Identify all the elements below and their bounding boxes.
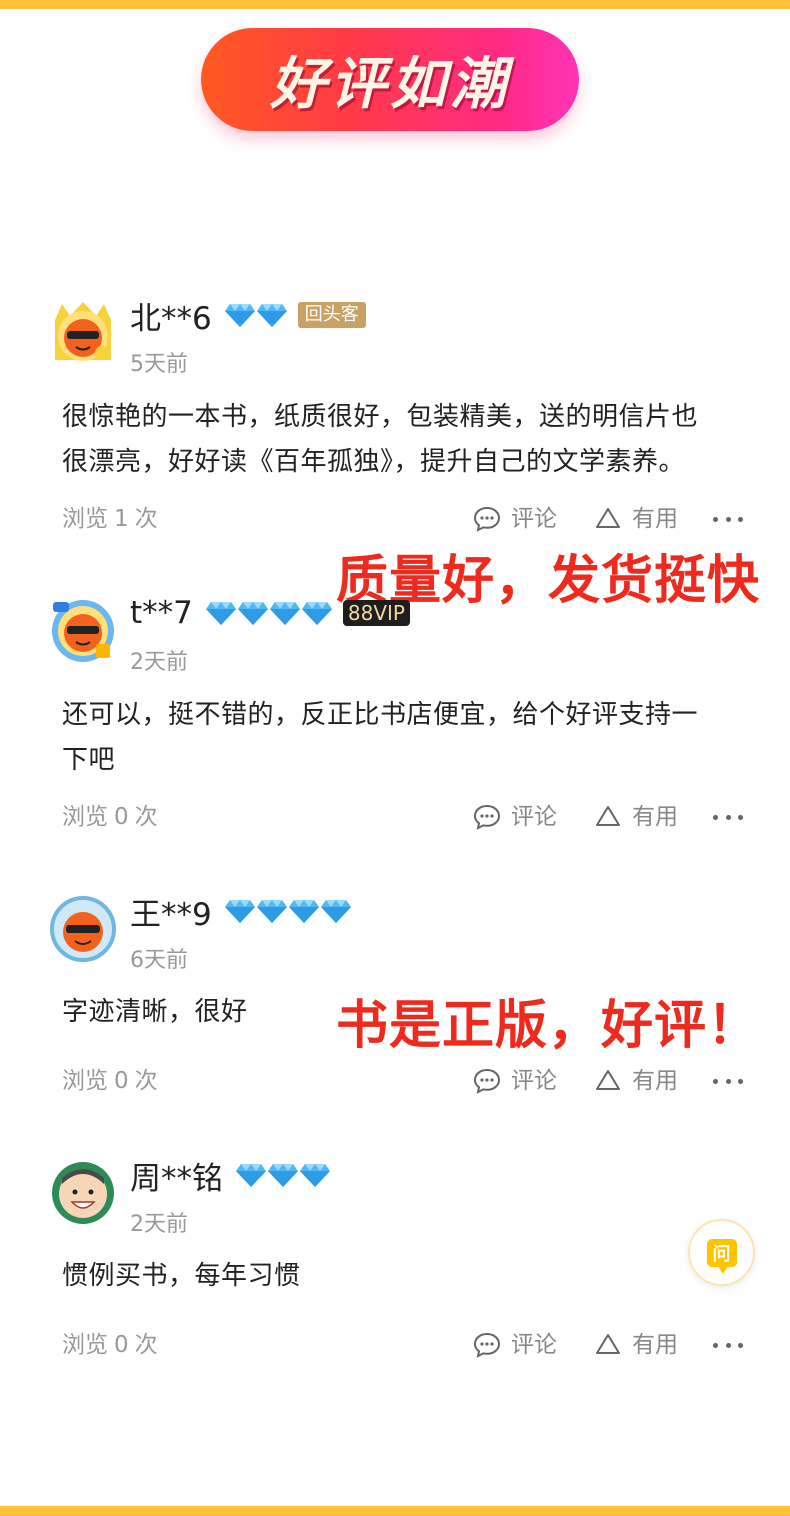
bottom-accent-bar bbox=[0, 1506, 790, 1516]
review-footer: 浏览 1 次 评论 有用 bbox=[0, 499, 790, 539]
review-content: 惯例买书，每年习惯 bbox=[62, 1254, 752, 1299]
comment-icon bbox=[473, 1332, 501, 1358]
review-time: 5天前 bbox=[130, 352, 188, 377]
diamond-icon bbox=[301, 602, 332, 625]
review-time: 2天前 bbox=[130, 650, 188, 675]
useful-button[interactable]: 有用 bbox=[594, 1325, 678, 1365]
overlay-caption: 书是正版，好评！ bbox=[336, 996, 761, 1056]
avatar-icon[interactable] bbox=[50, 896, 116, 962]
avatar-icon[interactable] bbox=[50, 1160, 116, 1226]
diamond-icon bbox=[269, 602, 300, 625]
triangle-thumb-icon bbox=[596, 1334, 620, 1354]
views-count: 0 bbox=[114, 1332, 129, 1358]
view-count: 浏览 1 次 bbox=[62, 499, 164, 539]
username: t**7 bbox=[130, 595, 193, 631]
views-unit: 次 bbox=[134, 1332, 158, 1358]
triangle-thumb-icon bbox=[596, 508, 620, 528]
ask-label: 问 bbox=[712, 1243, 731, 1265]
more-options-icon[interactable] bbox=[713, 499, 743, 539]
views-label: 浏览 bbox=[62, 1068, 108, 1094]
comment-label: 评论 bbox=[511, 804, 557, 830]
diamond-icon bbox=[236, 1164, 266, 1187]
username: 北**6 bbox=[130, 300, 212, 337]
diamond-icon bbox=[205, 602, 236, 625]
more-options-icon[interactable] bbox=[713, 1061, 743, 1101]
member-level-gems bbox=[224, 302, 288, 328]
views-label: 浏览 bbox=[62, 506, 108, 532]
diamond-icon bbox=[256, 304, 287, 327]
views-count: 0 bbox=[114, 804, 129, 830]
diamond-icon bbox=[300, 1164, 330, 1187]
review-time: 6天前 bbox=[130, 948, 188, 973]
views-count: 1 bbox=[114, 506, 129, 532]
member-level-gems bbox=[224, 898, 352, 924]
avatar-icon[interactable] bbox=[50, 300, 116, 366]
review-content-line: 很漂亮，好好读《百年孤独》，提升自己的文学素养。 bbox=[62, 447, 686, 477]
returning-customer-badge: 回头客 bbox=[297, 302, 366, 328]
useful-button[interactable]: 有用 bbox=[594, 499, 678, 539]
diamond-icon bbox=[224, 900, 255, 923]
diamond-icon bbox=[320, 900, 351, 923]
useful-button[interactable]: 有用 bbox=[594, 1061, 678, 1101]
triangle-thumb-icon bbox=[596, 806, 620, 826]
avatar-icon[interactable] bbox=[50, 598, 116, 664]
useful-label: 有用 bbox=[632, 804, 678, 830]
review-content-line: 下吧 bbox=[62, 745, 116, 775]
views-label: 浏览 bbox=[62, 804, 108, 830]
comment-button[interactable]: 评论 bbox=[473, 1325, 557, 1365]
useful-button[interactable]: 有用 bbox=[594, 797, 678, 837]
username: 周**铭 bbox=[130, 1160, 223, 1197]
banner-title: 好评如潮 bbox=[270, 52, 510, 117]
review-content-line: 很惊艳的一本书，纸质很好，包装精美，送的明信片也 bbox=[62, 402, 699, 432]
comment-button[interactable]: 评论 bbox=[473, 1061, 557, 1101]
diamond-icon bbox=[237, 602, 268, 625]
top-accent-bar bbox=[0, 0, 790, 9]
diamond-icon bbox=[288, 900, 319, 923]
view-count: 浏览 0 次 bbox=[62, 1061, 164, 1101]
comment-label: 评论 bbox=[511, 1332, 557, 1358]
comment-icon bbox=[473, 506, 501, 532]
useful-label: 有用 bbox=[632, 506, 678, 532]
view-count: 浏览 0 次 bbox=[62, 1325, 164, 1365]
diamond-icon bbox=[268, 1164, 298, 1187]
diamond-icon bbox=[256, 900, 287, 923]
review-footer: 浏览 0 次 评论 有用 bbox=[0, 797, 790, 837]
views-unit: 次 bbox=[134, 1068, 158, 1094]
views-label: 浏览 bbox=[62, 1332, 108, 1358]
comment-label: 评论 bbox=[511, 1068, 557, 1094]
review-time: 2天前 bbox=[130, 1212, 188, 1237]
comment-button[interactable]: 评论 bbox=[473, 499, 557, 539]
comment-icon bbox=[473, 1068, 501, 1094]
review-footer: 浏览 0 次 评论 有用 bbox=[0, 1325, 790, 1365]
useful-label: 有用 bbox=[632, 1068, 678, 1094]
diamond-icon bbox=[224, 304, 255, 327]
views-count: 0 bbox=[114, 1068, 129, 1094]
comment-button[interactable]: 评论 bbox=[473, 797, 557, 837]
review-footer: 浏览 0 次 评论 有用 bbox=[0, 1061, 790, 1101]
review-content: 很惊艳的一本书，纸质很好，包装精美，送的明信片也 很漂亮，好好读《百年孤独》，提… bbox=[62, 395, 752, 485]
review-content-line: 还可以，挺不错的，反正比书店便宜，给个好评支持一 bbox=[62, 700, 699, 730]
review-content: 还可以，挺不错的，反正比书店便宜，给个好评支持一 下吧 bbox=[62, 693, 752, 783]
member-level-gems bbox=[235, 1162, 331, 1188]
useful-label: 有用 bbox=[632, 1332, 678, 1358]
member-level-gems bbox=[205, 600, 333, 626]
comment-label: 评论 bbox=[511, 506, 557, 532]
username: 王**9 bbox=[130, 896, 212, 933]
comment-icon bbox=[473, 804, 501, 830]
question-bubble-icon: 问 bbox=[706, 1238, 737, 1274]
views-unit: 次 bbox=[134, 804, 158, 830]
views-unit: 次 bbox=[134, 506, 158, 532]
ask-question-button[interactable]: 问 bbox=[688, 1219, 755, 1286]
banner: 好评如潮 bbox=[201, 28, 579, 131]
triangle-thumb-icon bbox=[596, 1070, 620, 1090]
review-content-line: 惯例买书，每年习惯 bbox=[62, 1261, 301, 1291]
more-options-icon[interactable] bbox=[713, 797, 743, 837]
more-options-icon[interactable] bbox=[713, 1325, 743, 1365]
view-count: 浏览 0 次 bbox=[62, 797, 164, 837]
vip-badge: 88VIP bbox=[342, 600, 410, 626]
